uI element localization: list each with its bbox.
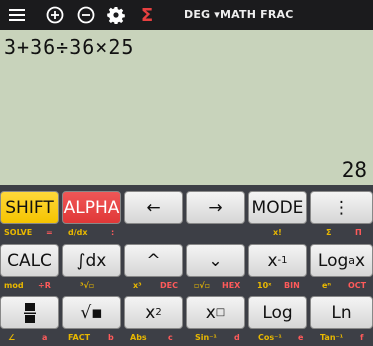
alpha-hex-label: HEX (222, 281, 241, 290)
sigma-icon[interactable]: Σ (136, 4, 158, 26)
alpha-f-label: f (360, 333, 364, 342)
shift-angle-label: ∠ (8, 333, 16, 342)
shift-abs-label: Abs (130, 333, 147, 342)
shift-mod-label: mod (4, 281, 24, 290)
expression-input[interactable]: 3+36÷36×25 (4, 35, 134, 59)
square-root-button[interactable]: √▪ (62, 296, 121, 329)
alpha-remainder-label: ÷R (38, 281, 51, 290)
ln-button[interactable]: Ln (310, 296, 373, 329)
fraction-icon (23, 302, 36, 323)
shift-fact-label: FACT (68, 333, 91, 342)
alpha-d-label: d (234, 333, 240, 342)
shift-factorial-label: x! (273, 228, 282, 237)
shift-arccos-label: Cos⁻¹ (258, 333, 282, 342)
calc-button[interactable]: CALC (0, 244, 59, 277)
shift-button[interactable]: SHIFT (0, 191, 59, 224)
keypad: SHIFT ALPHA ← → MODE ⋮ SOLVE = d/dx : x!… (0, 185, 373, 346)
alpha-a-label: a (42, 333, 48, 342)
alpha-dec-label: DEC (160, 281, 178, 290)
alpha-button[interactable]: ALPHA (62, 191, 121, 224)
alpha-b-label: b (108, 333, 114, 342)
alpha-bin-label: BIN (284, 281, 300, 290)
mode-button[interactable]: MODE (248, 191, 307, 224)
alpha-e-label: e (298, 333, 304, 342)
power-button[interactable]: x □ (186, 296, 245, 329)
shift-nth-root-label: ▫√▫ (194, 281, 211, 290)
top-toolbar: Σ DEG ▾MATH FRAC (0, 0, 373, 30)
minus-circle-icon[interactable] (75, 4, 97, 26)
shift-exp-label: eⁿ (322, 281, 332, 290)
gear-icon[interactable] (105, 4, 127, 26)
shift-cube-label: x³ (133, 281, 142, 290)
plus-circle-icon[interactable] (44, 4, 66, 26)
cursor-down-button[interactable]: ⌄ (186, 244, 245, 277)
shift-arcsin-label: Sin⁻¹ (195, 333, 217, 342)
log-button[interactable]: Log (248, 296, 307, 329)
hamburger-menu-icon[interactable] (6, 4, 28, 26)
inverse-button[interactable]: x -1 (248, 244, 307, 277)
shift-derivative-label: d/dx (68, 228, 88, 237)
shift-arctan-label: Tan⁻¹ (320, 333, 344, 342)
shift-cube-root-label: ³√▫ (80, 281, 95, 290)
log-base-button[interactable]: Log a x (310, 244, 373, 277)
cursor-right-button[interactable]: → (186, 191, 245, 224)
alpha-equals-label: = (46, 228, 53, 237)
result-value: 28 (341, 158, 367, 182)
alpha-product-label: Π (355, 228, 362, 237)
cursor-up-button[interactable]: ^ (124, 244, 183, 277)
shift-ten-power-label: 10ˣ (257, 281, 272, 290)
shift-solve-label: SOLVE (4, 228, 33, 237)
square-button[interactable]: x2 (124, 296, 183, 329)
fraction-button[interactable] (0, 296, 59, 329)
integral-button[interactable]: ∫dx (62, 244, 121, 277)
shift-sum-label: Σ (326, 228, 332, 237)
alpha-colon-label: : (111, 228, 115, 237)
angle-mode-status[interactable]: DEG ▾MATH FRAC (184, 8, 294, 21)
alpha-oct-label: OCT (348, 281, 367, 290)
more-options-button[interactable]: ⋮ (310, 191, 373, 224)
alpha-c-label: c (168, 333, 173, 342)
calculator-display: 3+36÷36×25 28 (0, 30, 373, 185)
cursor-left-button[interactable]: ← (124, 191, 183, 224)
